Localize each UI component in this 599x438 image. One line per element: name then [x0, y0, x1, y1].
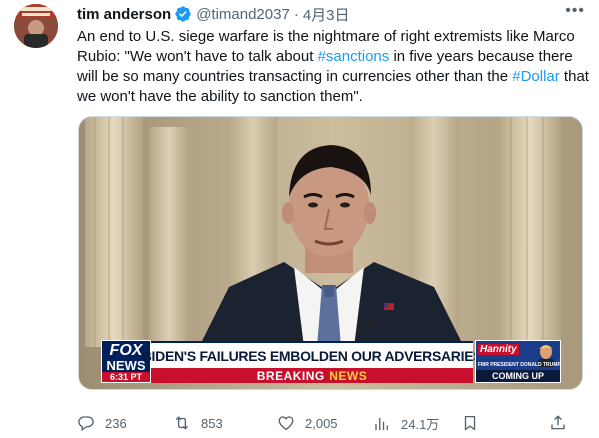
- reply-count: 236: [105, 415, 127, 431]
- headline-bar: BIDEN'S FAILURES EMBOLDEN OUR ADVERSARIE…: [142, 341, 483, 368]
- retweet-icon: [175, 416, 189, 430]
- breaking-text: BREAKING: [256, 369, 325, 383]
- date-separator: ·: [293, 5, 299, 23]
- promo-guest: FMR PRESIDENT DONALD TRUMP: [478, 362, 560, 368]
- broadcast-time: 6:31 PT: [102, 372, 150, 382]
- promo-box: Hannity FMR PRESIDENT DONALD TRUMP COMIN…: [475, 340, 561, 383]
- promo-show: Hannity: [478, 344, 519, 355]
- reply-icon: [78, 416, 94, 432]
- promo-cta: COMING UP: [476, 370, 560, 382]
- breaking-news-bar: BREAKING NEWS: [151, 368, 473, 383]
- bookmark-icon: [464, 415, 476, 431]
- hashtag-dollar[interactable]: #Dollar: [512, 68, 560, 85]
- like-count: 2,005: [305, 415, 338, 431]
- more-options-icon[interactable]: •••: [565, 2, 585, 20]
- share-icon: [551, 415, 565, 430]
- views-count: 24.1万: [401, 417, 440, 432]
- tweet-actions: 236 853 2,005 24.1万: [77, 410, 587, 436]
- author-name[interactable]: tim anderson: [77, 6, 171, 23]
- retweet-count: 853: [201, 415, 223, 431]
- verified-badge-icon: [174, 5, 192, 23]
- tweet-video[interactable]: FOX NEWS 6:31 PT BIDEN'S FAILURES EMBOLD…: [78, 116, 583, 390]
- avatar-image: [14, 4, 58, 48]
- bookmark-button[interactable]: [461, 414, 489, 432]
- avatar[interactable]: [14, 4, 58, 48]
- tweet-text: An end to U.S. siege warfare is the nigh…: [77, 27, 589, 107]
- reply-button[interactable]: 236: [77, 414, 127, 432]
- views-chart-icon: [375, 417, 388, 430]
- tweet-date[interactable]: 4月3日: [303, 4, 350, 25]
- retweet-button[interactable]: 853: [173, 414, 223, 432]
- like-button[interactable]: 2,005: [277, 414, 338, 432]
- author-handle[interactable]: @timand2037: [196, 6, 290, 23]
- tweet-header: tim anderson @timand2037 · 4月3日 •••: [77, 2, 585, 25]
- news-text: NEWS: [329, 369, 368, 383]
- hashtag-sanctions[interactable]: #sanctions: [318, 48, 390, 65]
- share-button[interactable]: [549, 414, 577, 432]
- lower-third: FOX NEWS 6:31 PT BIDEN'S FAILURES EMBOLD…: [101, 340, 561, 385]
- headline-text: BIDEN'S FAILURES EMBOLDEN OUR ADVERSARIE…: [141, 347, 483, 364]
- views-button[interactable]: 24.1万: [373, 414, 439, 433]
- like-heart-icon: [278, 416, 294, 431]
